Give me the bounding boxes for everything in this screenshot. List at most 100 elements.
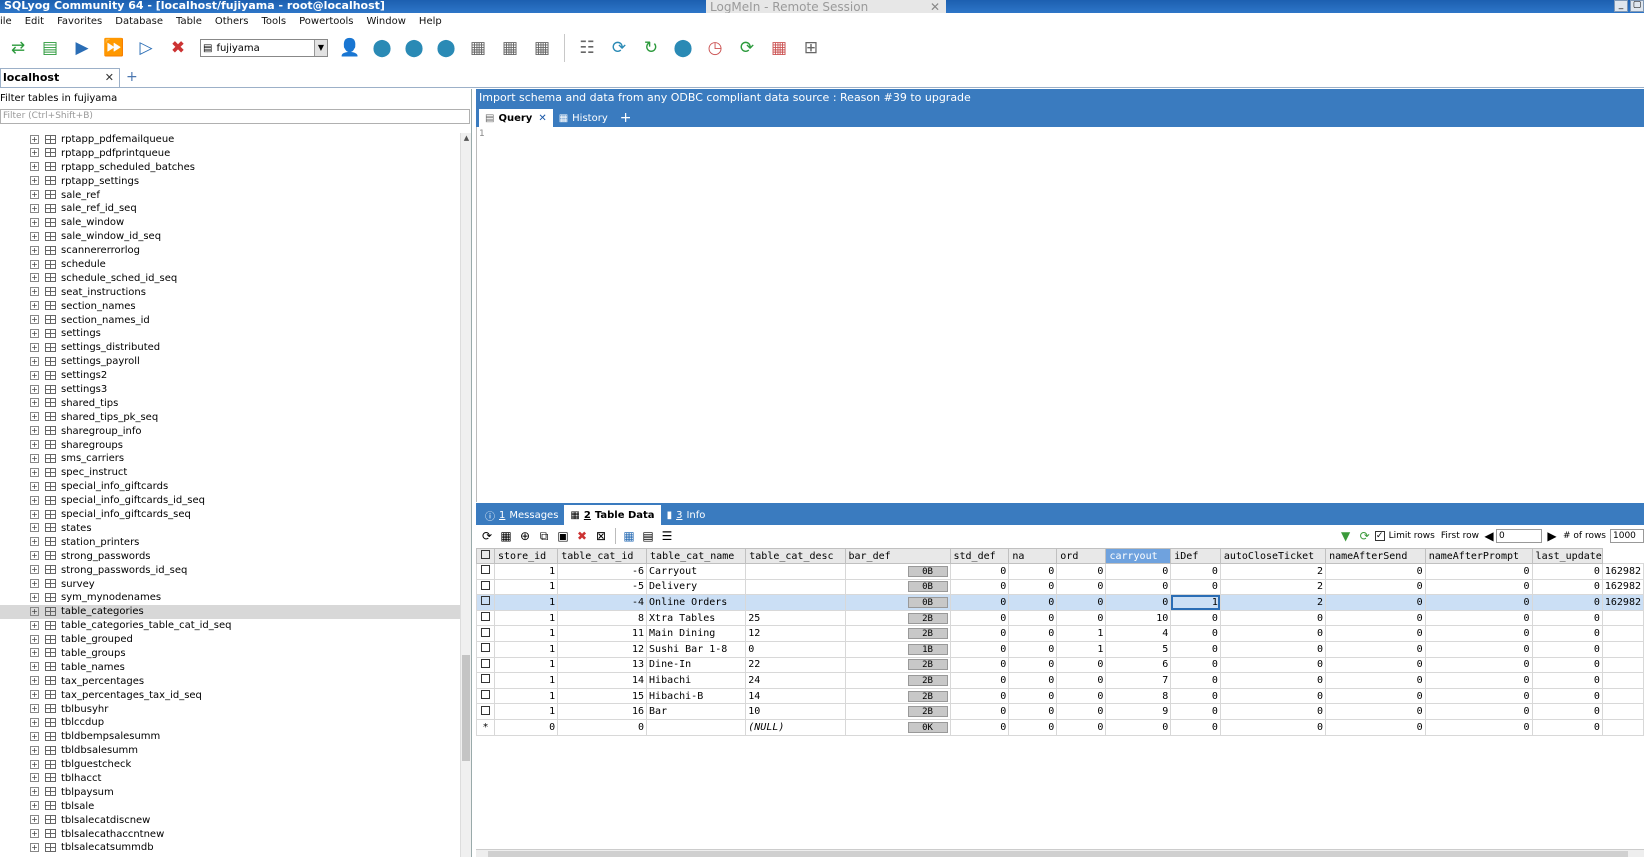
column-header-std_def[interactable]: std_def: [949, 548, 1010, 564]
table-cell[interactable]: 0: [1424, 656, 1533, 674]
expand-icon[interactable]: +: [30, 287, 39, 297]
table-cell[interactable]: 0: [1008, 687, 1058, 705]
menu-item-favorites[interactable]: Favorites: [57, 16, 102, 27]
table-cell[interactable]: 0: [1170, 718, 1221, 736]
close-icon[interactable]: ✕: [105, 69, 114, 87]
tree-scrollbar[interactable]: ▲: [460, 133, 471, 857]
table-cell[interactable]: 24: [745, 672, 846, 689]
scroll-up-icon[interactable]: ▲: [461, 133, 472, 144]
table-cell[interactable]: 0: [1170, 656, 1221, 674]
table-cell[interactable]: 0: [1170, 672, 1221, 689]
scheduler-icon[interactable]: ◷: [703, 36, 727, 60]
new-query-icon[interactable]: ▤: [38, 36, 62, 60]
blob-value[interactable]: 0B: [907, 565, 948, 577]
prev-page-icon[interactable]: ◀: [1483, 527, 1495, 545]
table-cell[interactable]: 0: [1008, 640, 1058, 658]
tree-item[interactable]: + table_grouped: [0, 633, 460, 647]
table-cell[interactable]: 0B: [844, 563, 951, 580]
tree-item[interactable]: + sale_window: [0, 216, 460, 230]
table-cell[interactable]: 0: [1424, 718, 1533, 736]
table-cell[interactable]: 1: [493, 672, 559, 689]
table-cell[interactable]: 0: [1424, 687, 1533, 705]
table-row[interactable]: 1 -4 Online Orders 0B 0 0 0 0 1 2 0 0 0 162982: [476, 594, 1644, 611]
column-header-na[interactable]: na: [1008, 548, 1058, 564]
table-cell[interactable]: 0K: [844, 718, 951, 736]
expand-icon[interactable]: +: [30, 328, 39, 338]
tree-item[interactable]: + tax_percentages_tax_id_seq: [0, 689, 460, 703]
table-cell[interactable]: 0: [1325, 656, 1426, 674]
table-cell[interactable]: 1: [1056, 640, 1107, 658]
expand-icon[interactable]: +: [30, 134, 39, 144]
table-cell[interactable]: 0: [1219, 703, 1327, 720]
menu-item-others[interactable]: Others: [215, 16, 249, 27]
table-cell[interactable]: 2B: [844, 687, 951, 705]
table-cell[interactable]: 9: [1105, 703, 1172, 720]
table-cell[interactable]: (NULL): [745, 718, 846, 736]
table-cell[interactable]: 0: [493, 718, 559, 736]
tree-item[interactable]: + settings_distributed: [0, 341, 460, 355]
table-cell[interactable]: 0: [1170, 625, 1221, 642]
table-cell[interactable]: 25: [745, 609, 846, 627]
execute-all-icon[interactable]: ⏩: [102, 36, 126, 60]
table-cell[interactable]: 2B: [844, 609, 951, 627]
expand-icon[interactable]: +: [30, 829, 39, 839]
table-cell[interactable]: 0: [1056, 578, 1107, 596]
column-header-store_id[interactable]: store_id: [493, 548, 559, 564]
table-cell[interactable]: [745, 563, 846, 580]
tree-item[interactable]: + tblsalecatdiscnew: [0, 814, 460, 828]
table-cell[interactable]: 0: [1219, 687, 1327, 705]
table-cell[interactable]: 0: [949, 718, 1010, 736]
table-cell[interactable]: Dine-In: [646, 656, 747, 674]
expand-icon[interactable]: +: [30, 259, 39, 269]
blob-value[interactable]: 2B: [907, 690, 948, 702]
table-cell[interactable]: 1: [493, 609, 559, 627]
row-checkbox[interactable]: [476, 625, 495, 642]
row-checkbox[interactable]: [476, 563, 495, 580]
table-cell[interactable]: 0: [1325, 703, 1426, 720]
table-cell[interactable]: 0: [949, 578, 1010, 596]
tree-item[interactable]: + rptapp_settings: [0, 175, 460, 189]
table-cell[interactable]: 0: [1531, 672, 1603, 689]
expand-icon[interactable]: +: [30, 231, 39, 241]
expand-icon[interactable]: +: [30, 787, 39, 797]
checkbox-icon[interactable]: [480, 565, 490, 575]
blob-value[interactable]: 0B: [907, 596, 948, 608]
table-cell[interactable]: 0: [1008, 594, 1058, 611]
tab-result-info[interactable]: ▮ 3 Info: [661, 505, 712, 525]
expand-icon[interactable]: +: [30, 370, 39, 380]
tab-history[interactable]: ▦ History: [553, 109, 614, 127]
blob-value[interactable]: 2B: [907, 706, 948, 718]
blob-value[interactable]: 1B: [907, 643, 948, 655]
expand-icon[interactable]: +: [30, 467, 39, 477]
tree-item[interactable]: + station_printers: [0, 536, 460, 550]
table-cell[interactable]: 0: [1008, 578, 1058, 596]
expand-icon[interactable]: +: [30, 481, 39, 491]
schema-icon[interactable]: ▦: [530, 36, 554, 60]
table-cell[interactable]: 10: [745, 703, 846, 720]
table-cell[interactable]: 10: [1105, 609, 1172, 627]
table-row[interactable]: * 0 0 (NULL) 0K 0 0 0 0 0 0 0 0 0: [476, 718, 1644, 736]
checkbox-icon[interactable]: [480, 705, 490, 715]
grid-view-icon[interactable]: ▦: [620, 527, 638, 545]
menu-item-window[interactable]: Window: [366, 16, 405, 27]
tree-item[interactable]: + seat_instructions: [0, 286, 460, 300]
expand-icon[interactable]: +: [30, 440, 39, 450]
row-checkbox[interactable]: [476, 656, 495, 674]
table-cell[interactable]: Hibachi: [646, 672, 747, 689]
insert-row-icon[interactable]: ⊕: [516, 527, 534, 545]
tree-item[interactable]: + schedule_sched_id_seq: [0, 272, 460, 286]
checkbox-icon[interactable]: [480, 612, 490, 622]
filter-input[interactable]: Filter (Ctrl+Shift+B): [0, 109, 470, 124]
upgrade-banner[interactable]: Import schema and data from any ODBC com…: [476, 89, 1644, 107]
expand-icon[interactable]: +: [30, 690, 39, 700]
tree-item[interactable]: + tblccdup: [0, 716, 460, 730]
table-cell[interactable]: 1: [1056, 625, 1107, 642]
checkbox-icon[interactable]: [480, 580, 490, 590]
minimize-button[interactable]: _: [1614, 0, 1628, 12]
table-cell[interactable]: Hibachi-B: [646, 687, 747, 705]
table-cell[interactable]: [646, 718, 747, 736]
row-checkbox[interactable]: [476, 578, 495, 596]
table-cell[interactable]: 0: [1105, 578, 1172, 596]
column-header-last_update[interactable]: last_update: [1531, 548, 1603, 564]
blob-value[interactable]: 2B: [907, 628, 948, 640]
